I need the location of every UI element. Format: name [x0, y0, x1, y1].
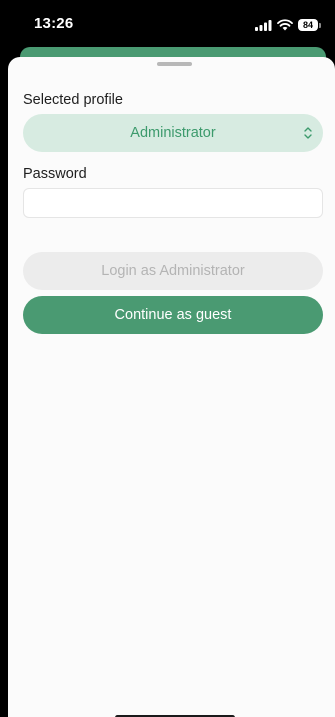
password-label: Password: [23, 166, 87, 182]
battery-level: 84: [298, 19, 318, 31]
phone-screen: 13:26 84 Selected profile Administrator …: [0, 0, 335, 717]
wifi-icon: [277, 19, 293, 31]
profile-login-sheet: Selected profile Administrator Password …: [8, 57, 335, 717]
status-time: 13:26: [34, 15, 74, 32]
profile-select-value: Administrator: [130, 125, 216, 141]
battery-cap: [319, 22, 321, 28]
status-bar: 13:26 84: [0, 0, 335, 46]
continue-as-guest-button[interactable]: Continue as guest: [23, 296, 323, 334]
chevron-up-down-icon: [304, 127, 312, 139]
selected-profile-label: Selected profile: [23, 92, 123, 108]
battery-icon: 84: [298, 19, 321, 31]
password-field[interactable]: [23, 188, 323, 218]
login-button[interactable]: Login as Administrator: [23, 252, 323, 290]
profile-select[interactable]: Administrator: [23, 114, 323, 152]
status-icons: 84: [255, 19, 321, 31]
sheet-grabber[interactable]: [157, 62, 192, 66]
cellular-signal-icon: [255, 19, 272, 31]
